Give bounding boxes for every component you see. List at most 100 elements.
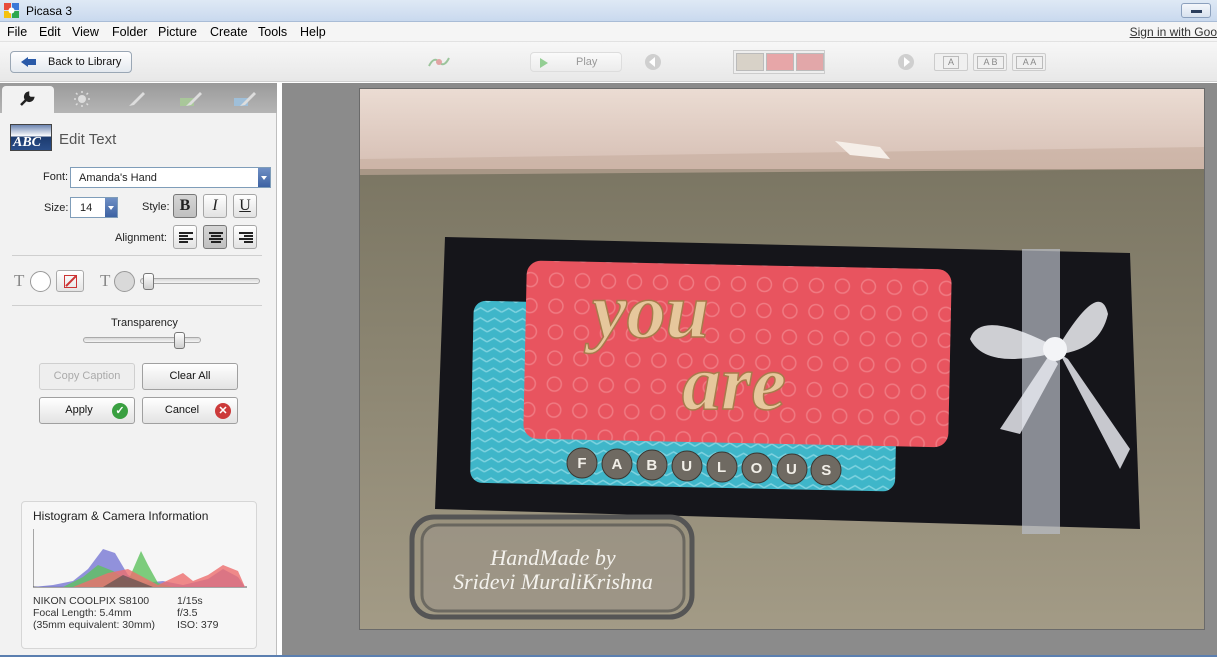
card-letter: F xyxy=(577,455,586,472)
text-color-icon: T xyxy=(14,271,25,290)
card-word-are: are xyxy=(682,339,786,426)
align-left-icon xyxy=(179,232,193,243)
minimize-icon xyxy=(1191,10,1202,13)
edit-panel: ABC Edit Text Font: Amanda's Hand Size: … xyxy=(0,83,277,655)
window-title: Picasa 3 xyxy=(26,4,73,18)
sun-icon xyxy=(74,91,90,107)
card-letter: U xyxy=(786,461,797,478)
menu-bar: File Edit View Folder Picture Create Too… xyxy=(0,22,1217,42)
chevron-down-icon[interactable] xyxy=(258,168,270,187)
apply-button[interactable]: Apply ✓ xyxy=(39,397,135,424)
panel-title: Edit Text xyxy=(59,131,117,148)
menu-file[interactable]: File xyxy=(7,25,27,39)
no-color-icon xyxy=(64,275,77,288)
equivalent-focal: (35mm equivalent: 30mm) xyxy=(33,619,155,631)
tab-tuning[interactable] xyxy=(56,86,108,113)
menu-folder[interactable]: Folder xyxy=(112,25,147,39)
size-value: 14 xyxy=(80,202,93,214)
card-letter: A xyxy=(611,456,622,473)
slideshow-icon[interactable] xyxy=(424,52,454,72)
back-to-library-label: Back to Library xyxy=(48,56,122,68)
card-letter: L xyxy=(717,459,726,476)
chevron-down-icon[interactable] xyxy=(105,198,117,217)
close-icon: ✕ xyxy=(215,403,231,419)
edit-tabs xyxy=(0,83,277,113)
align-right-icon xyxy=(239,232,253,243)
size-label: Size: xyxy=(44,202,69,214)
text-color-button[interactable] xyxy=(30,271,51,292)
italic-button[interactable]: I xyxy=(203,194,227,218)
menu-create[interactable]: Create xyxy=(210,25,248,39)
tab-basic-fixes[interactable] xyxy=(2,86,54,113)
checkmark-icon: ✓ xyxy=(112,403,128,419)
caption-mode-3[interactable]: A A xyxy=(1012,53,1046,71)
underline-button[interactable]: U xyxy=(233,194,257,218)
thumbnail[interactable] xyxy=(766,53,794,71)
bold-button[interactable]: B xyxy=(173,194,197,218)
thumbnail[interactable] xyxy=(736,53,764,71)
brush-green-icon xyxy=(180,92,202,106)
photo[interactable]: FABULOUS you are HandMade by Sridevi Mur… xyxy=(359,88,1205,630)
toolbar: Back to Library Play A A B A A xyxy=(0,42,1217,82)
next-arrow-icon[interactable] xyxy=(895,53,917,71)
outline-thickness-thumb[interactable] xyxy=(143,273,155,290)
cancel-button[interactable]: Cancel ✕ xyxy=(142,397,238,424)
card-letter: S xyxy=(821,462,831,479)
card-letter: U xyxy=(681,458,692,475)
font-value: Amanda's Hand xyxy=(79,172,157,184)
back-to-library-button[interactable]: Back to Library xyxy=(10,51,132,73)
no-outline-button[interactable] xyxy=(56,270,84,292)
size-select[interactable]: 14 xyxy=(70,197,118,218)
iso: ISO: 379 xyxy=(177,619,219,631)
title-bar: Picasa 3 xyxy=(0,0,1217,22)
align-right-button[interactable] xyxy=(233,225,257,249)
edit-text-thumbnail: ABC xyxy=(10,124,52,151)
outline-thickness-slider[interactable] xyxy=(140,278,260,284)
caption-mode-1[interactable]: A xyxy=(934,53,968,71)
watermark-line-1: HandMade by xyxy=(489,545,615,570)
alignment-label: Alignment: xyxy=(115,232,167,244)
photo-image: FABULOUS you are HandMade by Sridevi Mur… xyxy=(360,89,1204,629)
menu-help[interactable]: Help xyxy=(300,25,326,39)
brush-icon xyxy=(129,92,145,106)
brush-blue-icon xyxy=(234,92,256,106)
menu-picture[interactable]: Picture xyxy=(158,25,197,39)
card-letter: O xyxy=(751,460,763,477)
picasa-pinwheel-icon xyxy=(4,3,19,18)
sign-in-link[interactable]: Sign in with Goo xyxy=(1130,25,1217,39)
play-icon xyxy=(540,58,548,68)
filmstrip-thumbnails xyxy=(733,50,825,74)
prev-arrow-icon[interactable] xyxy=(642,53,664,71)
wrench-icon xyxy=(20,91,35,106)
minimize-button[interactable] xyxy=(1181,3,1211,18)
caption-mode-2[interactable]: A B xyxy=(973,53,1007,71)
align-center-button[interactable] xyxy=(203,225,227,249)
thumbnail[interactable] xyxy=(796,53,824,71)
tab-effects-1[interactable] xyxy=(110,86,162,113)
align-left-button[interactable] xyxy=(173,225,197,249)
tab-effects-2[interactable] xyxy=(164,86,216,113)
font-select[interactable]: Amanda's Hand xyxy=(70,167,271,188)
outline-color-icon: T xyxy=(100,271,111,290)
play-label: Play xyxy=(576,56,598,68)
menu-edit[interactable]: Edit xyxy=(39,25,61,39)
menu-tools[interactable]: Tools xyxy=(258,25,287,39)
style-label: Style: xyxy=(142,201,170,213)
focal-length: Focal Length: 5.4mm xyxy=(33,607,132,619)
camera-model: NIKON COOLPIX S8100 xyxy=(33,595,150,607)
clear-all-button[interactable]: Clear All xyxy=(142,363,238,390)
menu-view[interactable]: View xyxy=(72,25,99,39)
play-button[interactable]: Play xyxy=(530,52,622,72)
transparency-label: Transparency xyxy=(111,317,178,329)
align-center-icon xyxy=(209,232,223,243)
histogram-panel: Histogram & Camera Information NIKON COO… xyxy=(21,501,257,649)
copy-caption-button[interactable]: Copy Caption xyxy=(39,363,135,390)
aperture: f/3.5 xyxy=(177,607,198,619)
outline-color-button[interactable] xyxy=(114,271,135,292)
photo-viewer: FABULOUS you are HandMade by Sridevi Mur… xyxy=(282,83,1217,655)
divider xyxy=(12,255,262,256)
tab-effects-3[interactable] xyxy=(218,86,270,113)
transparency-thumb[interactable] xyxy=(173,332,185,349)
card-letter: B xyxy=(646,457,657,474)
divider xyxy=(12,305,262,306)
